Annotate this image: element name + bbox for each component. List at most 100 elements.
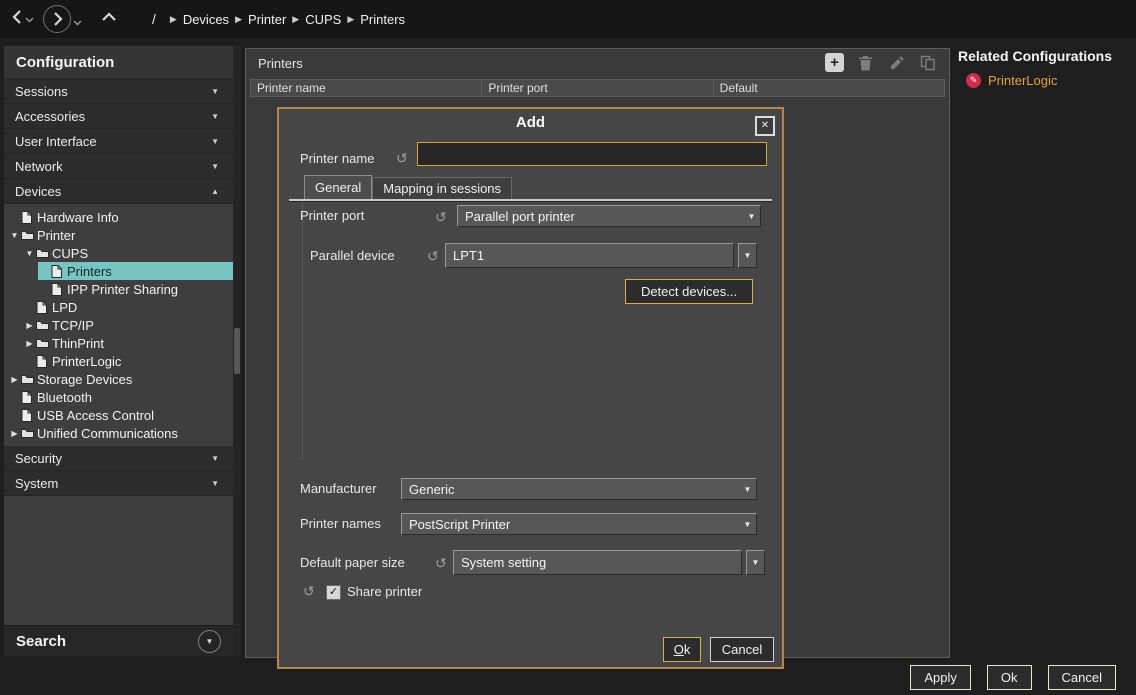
column-default[interactable]: Default [714,79,945,97]
printer-port-dropdown[interactable]: Parallel port printer ▼ [457,205,761,227]
manufacturer-dropdown[interactable]: Generic ▼ [401,478,757,500]
section-label: Accessories [15,109,85,124]
chevron-right-icon [43,5,71,33]
breadcrumb-cups[interactable]: CUPS [305,12,341,27]
detect-devices-button[interactable]: Detect devices... [625,279,753,304]
parallel-device-combo[interactable]: LPT1 [445,243,734,268]
reset-icon[interactable]: ↺ [435,555,447,571]
add-button[interactable]: + [825,53,844,72]
reset-icon[interactable]: ↺ [435,209,447,225]
search-title: Search [16,633,66,650]
folder-icon [21,230,37,241]
breadcrumb-root[interactable]: / [152,11,156,27]
document-icon [51,265,67,278]
reset-icon[interactable]: ↺ [303,583,315,599]
tree-item-ipp-printer-sharing[interactable]: IPP Printer Sharing [38,280,233,298]
share-printer-checkbox[interactable]: ✓ [326,585,341,600]
sidebar-section-accessories[interactable]: Accessories ▼ [4,104,233,129]
document-icon [21,391,37,404]
chevron-right-icon[interactable]: ▶ [23,321,36,330]
scrollbar-thumb[interactable] [234,328,240,374]
chevron-left-icon [10,9,23,30]
parallel-device-label: Parallel device [310,245,395,267]
chevron-down-icon[interactable]: ▼ [23,249,36,258]
sidebar-section-user-interface[interactable]: User Interface ▼ [4,129,233,154]
section-label: Devices [15,184,61,199]
tree-item-hardware-info[interactable]: Hardware Info [8,208,233,226]
breadcrumb-printer[interactable]: Printer [248,12,286,27]
sidebar-section-security[interactable]: Security ▼ [4,446,233,471]
back-button[interactable] [10,9,34,30]
configuration-header: Configuration [4,46,233,79]
tree-item-printerlogic[interactable]: PrinterLogic [23,352,233,370]
reset-icon[interactable]: ↺ [427,248,439,264]
tree-item-thinprint[interactable]: ▶ ThinPrint [23,334,233,352]
chevron-down-icon: ▼ [739,520,756,529]
printers-toolbar: + [825,53,937,72]
reset-icon[interactable]: ↺ [396,150,408,166]
edit-button[interactable] [887,53,906,72]
chevron-right-icon[interactable]: ▶ [8,429,21,438]
tree-item-lpd[interactable]: LPD [23,298,233,316]
chevron-down-icon: ▼ [211,87,219,96]
document-icon [36,355,52,368]
tree-item-printer[interactable]: ▼ Printer [8,226,233,244]
chevron-down-icon[interactable]: ▼ [8,231,21,240]
tree-item-usb-access-control[interactable]: USB Access Control [8,406,233,424]
tab-mapping-in-sessions[interactable]: Mapping in sessions [372,177,512,199]
printer-port-label: Printer port [300,205,364,227]
dialog-cancel-button[interactable]: Cancel [710,637,774,662]
folder-icon [36,320,52,331]
search-expand-button[interactable]: ▼ [198,630,221,653]
tree-item-cups[interactable]: ▼ CUPS [23,244,233,262]
tree-item-printers[interactable]: Printers [38,262,233,280]
chevron-down-icon: ▼ [211,137,219,146]
column-printer-port[interactable]: Printer port [482,79,713,97]
printers-table-header: Printer name Printer port Default [250,79,945,97]
close-icon[interactable]: ✕ [755,116,775,136]
tree-item-bluetooth[interactable]: Bluetooth [8,388,233,406]
sidebar-section-sessions[interactable]: Sessions ▼ [4,79,233,104]
breadcrumb-printers[interactable]: Printers [360,12,405,27]
paper-size-dropdown-button[interactable]: ▼ [746,550,765,575]
sidebar-section-network[interactable]: Network ▼ [4,154,233,179]
tab-general[interactable]: General [304,175,372,199]
printer-name-input[interactable] [417,142,767,166]
forward-button[interactable] [43,5,82,33]
chevron-right-icon[interactable]: ▶ [23,339,36,348]
folder-icon [21,374,37,385]
tree-item-storage-devices[interactable]: ▶ Storage Devices [8,370,233,388]
sidebar-scrollbar[interactable] [233,46,241,656]
breadcrumb-separator-icon: ▶ [347,14,354,25]
tree-item-tcpip[interactable]: ▶ TCP/IP [23,316,233,334]
cancel-button[interactable]: Cancel [1048,665,1116,690]
dialog-ok-button[interactable]: Ok [663,637,701,662]
up-button[interactable] [101,10,117,28]
chevron-right-icon[interactable]: ▶ [8,375,21,384]
sidebar-section-system[interactable]: System ▼ [4,471,233,496]
paper-size-combo[interactable]: System setting [453,550,742,575]
chevron-up-icon: ▲ [211,187,219,196]
paper-size-label: Default paper size [300,552,405,574]
parallel-device-dropdown-button[interactable]: ▼ [738,243,757,268]
sidebar-section-devices[interactable]: Devices ▲ [4,179,233,204]
printer-names-dropdown[interactable]: PostScript Printer ▼ [401,513,757,535]
folder-icon [36,248,52,259]
breadcrumb-separator-icon: ▶ [170,14,177,25]
section-label: System [15,476,58,491]
tree-item-unified-communications[interactable]: ▶ Unified Communications [8,424,233,442]
breadcrumb-devices[interactable]: Devices [183,12,229,27]
related-item-printerlogic[interactable]: ✎ PrinterLogic [958,73,1136,88]
chevron-down-icon: ▼ [739,485,756,494]
chevron-down-icon [73,13,82,31]
section-label: User Interface [15,134,97,149]
related-configurations-panel: Related Configurations ✎ PrinterLogic [958,48,1136,88]
ok-button[interactable]: Ok [987,665,1032,690]
column-printer-name[interactable]: Printer name [250,79,482,97]
delete-button[interactable] [856,53,875,72]
chevron-down-icon: ▼ [211,479,219,488]
apply-button[interactable]: Apply [910,665,971,690]
duplicate-button[interactable] [918,53,937,72]
document-icon [21,409,37,422]
sidebar-title: Configuration [16,54,114,71]
